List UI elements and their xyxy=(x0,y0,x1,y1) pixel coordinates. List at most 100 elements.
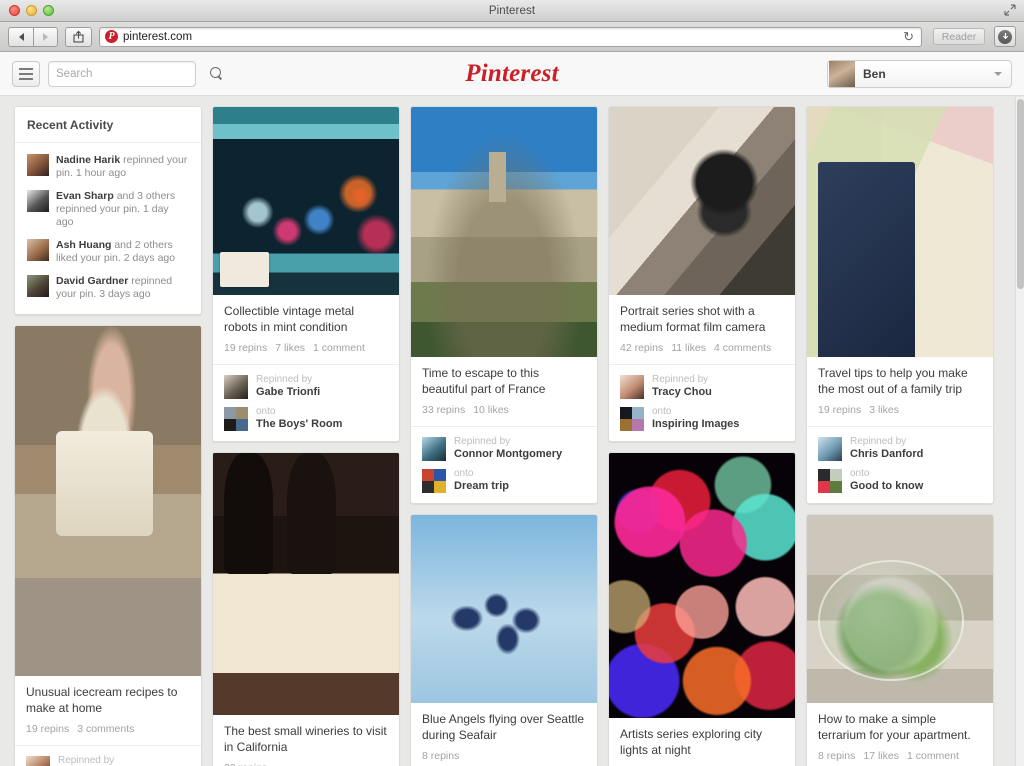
onto-label: onto xyxy=(256,406,276,417)
board-thumbnail xyxy=(818,468,842,493)
pin-repins: 19 repins xyxy=(224,342,268,354)
url-text: pinterest.com xyxy=(123,30,193,43)
pin-card-camera[interactable]: Portrait series shot with a medium forma… xyxy=(608,106,796,442)
board-row[interactable]: onto Inspiring Images xyxy=(620,406,784,431)
user-menu[interactable]: Ben xyxy=(827,59,1012,88)
pin-title: Artists series exploring city lights at … xyxy=(620,727,763,757)
downloads-button[interactable] xyxy=(994,26,1016,47)
pin-title: Portrait series shot with a medium forma… xyxy=(620,304,766,334)
repinner-row[interactable]: Repinned by Gabe Trionfi xyxy=(224,374,388,399)
repinner-row[interactable]: Repinned by Tracy Chou xyxy=(620,374,784,399)
repinned-by-label: Repinned by xyxy=(850,436,907,447)
pin-likes: 11 likes xyxy=(671,342,707,354)
onto-label: onto xyxy=(454,468,474,479)
pin-comments: 4 comments xyxy=(714,342,772,354)
pin-image[interactable] xyxy=(213,107,399,295)
onto-label: onto xyxy=(652,406,672,417)
reader-button[interactable]: Reader xyxy=(933,28,985,45)
pin-card-wineries[interactable]: The best small wineries to visit in Cali… xyxy=(212,452,400,766)
user-name: Ben xyxy=(863,66,886,81)
pin-comments: 1 comment xyxy=(312,342,365,354)
pin-title: The best small wineries to visit in Cali… xyxy=(224,724,387,754)
pin-card-robots[interactable]: Collectible vintage metal robots in mint… xyxy=(212,106,400,442)
reload-button[interactable]: ↻ xyxy=(903,29,916,45)
pin-image[interactable] xyxy=(213,453,399,715)
pin-card-blueangels[interactable]: Blue Angels flying over Seattle during S… xyxy=(410,514,598,766)
pinterest-header: Pinterest Ben xyxy=(0,52,1024,96)
search-icon[interactable] xyxy=(210,67,223,80)
search-box[interactable] xyxy=(48,60,221,87)
pin-card-citylights[interactable]: Artists series exploring city lights at … xyxy=(608,452,796,766)
avatar xyxy=(27,154,49,176)
avatar xyxy=(829,60,855,87)
pin-title: Travel tips to help you make the most ou… xyxy=(818,366,968,396)
avatar xyxy=(224,374,248,399)
activity-user: Nadine Harik xyxy=(56,154,121,166)
pin-comments: 3 comments xyxy=(77,723,135,735)
pin-likes: 3 likes xyxy=(869,404,899,416)
menu-button[interactable] xyxy=(12,60,40,87)
search-input[interactable] xyxy=(56,67,210,80)
page-scrollbar[interactable] xyxy=(1015,97,1024,766)
repinner-row[interactable]: Repinned by Connor Montgomery xyxy=(422,436,586,461)
pin-repins: 8 repins xyxy=(818,750,856,762)
list-item[interactable]: Ash Huang and 2 others liked your pin. 2… xyxy=(25,234,191,270)
avatar xyxy=(422,436,446,461)
pin-image[interactable] xyxy=(807,515,993,703)
window-titlebar: Pinterest xyxy=(0,0,1024,22)
window-title: Pinterest xyxy=(488,4,536,17)
pin-likes: 17 likes xyxy=(863,750,899,762)
downloads-icon xyxy=(998,29,1012,44)
board-thumbnail xyxy=(224,406,248,431)
repinner-row[interactable]: Repinned by Kelly Meza-Ashley xyxy=(26,755,190,766)
fullscreen-icon[interactable] xyxy=(1004,4,1016,16)
avatar xyxy=(818,436,842,461)
pin-card-icecream[interactable]: Unusual icecream recipes to make at home… xyxy=(14,325,202,766)
list-item[interactable]: Evan Sharp and 3 others repinned your pi… xyxy=(25,185,191,234)
activity-user: David Gardner xyxy=(56,275,129,287)
pin-card-travel[interactable]: Travel tips to help you make the most ou… xyxy=(806,106,994,504)
list-item[interactable]: David Gardner repinned your pin. 3 days … xyxy=(25,270,191,306)
pin-card-france[interactable]: Time to escape to this beautiful part of… xyxy=(410,106,598,504)
pin-title: Collectible vintage metal robots in mint… xyxy=(224,304,355,334)
board-thumbnail xyxy=(422,468,446,493)
pin-title: Time to escape to this beautiful part of… xyxy=(422,366,546,396)
avatar xyxy=(27,275,49,297)
pin-image[interactable] xyxy=(609,453,795,718)
pin-likes: 7 likes xyxy=(275,342,305,354)
pin-repins: 42 repins xyxy=(620,342,664,354)
share-button[interactable] xyxy=(65,26,92,47)
pin-repins: 19 repins xyxy=(26,723,70,735)
board-name: Good to know xyxy=(850,480,924,492)
pin-image[interactable] xyxy=(15,326,201,676)
repinner-row[interactable]: Repinned by Chris Danford xyxy=(818,436,982,461)
repinned-by-label: Repinned by xyxy=(454,436,511,447)
pin-repins: 8 repins xyxy=(422,750,460,762)
browser-window: Pinterest P pinterest.com ↻ Reader Searc… xyxy=(0,0,1024,766)
board-name: Dream trip xyxy=(454,480,510,492)
chevron-down-icon[interactable] xyxy=(994,71,1002,76)
scrollbar-thumb[interactable] xyxy=(1017,99,1024,289)
pin-image[interactable] xyxy=(609,107,795,295)
board-row[interactable]: onto The Boys' Room xyxy=(224,406,388,431)
page-content: Pinterest Ben Recent Activity Nadine Har… xyxy=(0,52,1024,766)
address-bar[interactable]: P pinterest.com ↻ xyxy=(99,26,922,47)
pin-title: How to make a simple terrarium for your … xyxy=(818,712,971,742)
board-row[interactable]: onto Good to know xyxy=(818,468,982,493)
navigation-buttons xyxy=(8,26,58,47)
board-row[interactable]: onto Dream trip xyxy=(422,468,586,493)
pin-image[interactable] xyxy=(411,107,597,357)
list-item[interactable]: Nadine Harik repinned your pin. 1 hour a… xyxy=(25,149,191,185)
recent-activity-card: Recent Activity Nadine Harik repinned yo… xyxy=(14,106,202,315)
recent-activity-list: Nadine Harik repinned your pin. 1 hour a… xyxy=(15,143,201,314)
pin-image[interactable] xyxy=(807,107,993,357)
pin-title: Unusual icecream recipes to make at home xyxy=(26,685,178,715)
forward-button[interactable] xyxy=(33,26,58,47)
pin-card-terrarium[interactable]: How to make a simple terrarium for your … xyxy=(806,514,994,766)
repinner-name: Connor Montgomery xyxy=(454,448,563,460)
browser-toolbar: P pinterest.com ↻ Reader xyxy=(0,22,1024,52)
share-icon xyxy=(73,30,84,43)
back-button[interactable] xyxy=(8,26,33,47)
avatar xyxy=(27,239,49,261)
pin-image[interactable] xyxy=(411,515,597,703)
